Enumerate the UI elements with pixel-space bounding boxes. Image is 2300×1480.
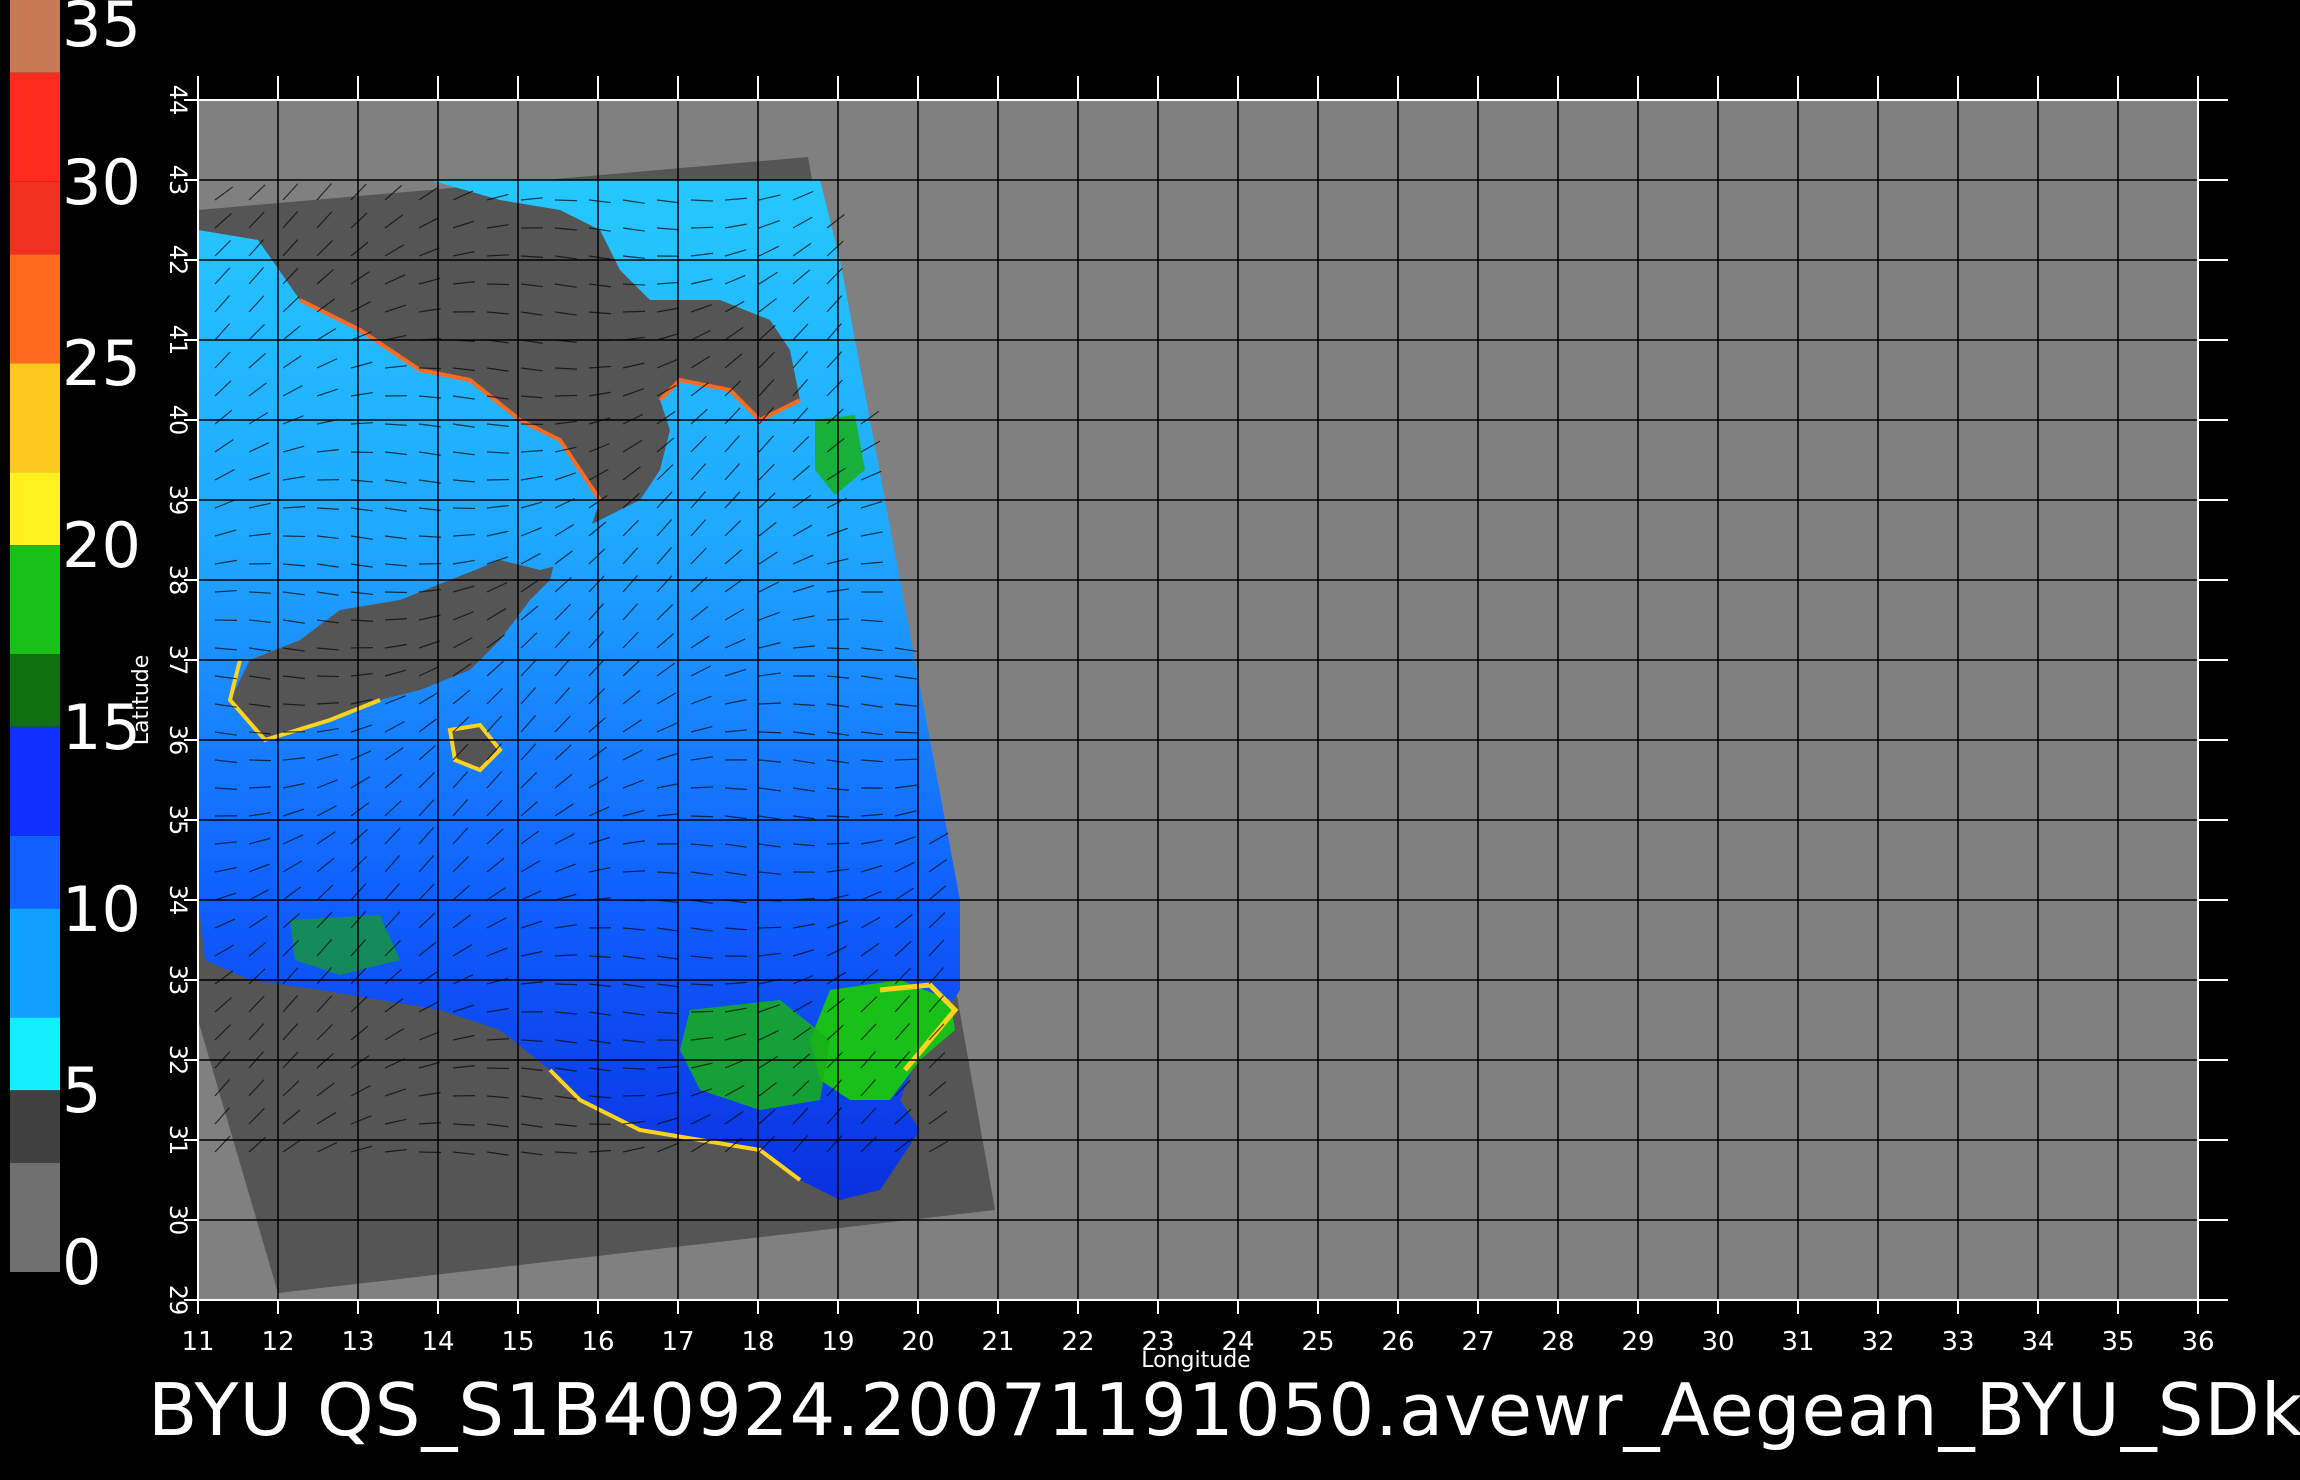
wind-barb	[316, 675, 340, 678]
latitude-tick-label: 41	[164, 325, 192, 356]
latitude-tick-label: 32	[164, 1045, 192, 1076]
wind-barb	[758, 926, 782, 929]
map-figure: 11 12 13 14 15 16 17 18 19 20 21 22 23 24 25 26 27 28 29 30…	[10, 0, 2228, 1373]
latitude-tick-label: 35	[164, 805, 192, 836]
longitude-tick-label: 33	[1941, 1327, 1974, 1357]
longitude-tick-label: 27	[1461, 1327, 1494, 1357]
colorbar	[10, 0, 60, 1272]
colorbar-segment	[10, 0, 60, 73]
image-caption: BYU QS_S1B40924.20071191050.avewr_Aegean…	[148, 1368, 2300, 1452]
colorbar-segment	[10, 363, 60, 473]
colorbar-tick-label: 20	[62, 509, 141, 583]
longitude-tick-label: 15	[501, 1327, 534, 1357]
longitude-tick-label: 11	[181, 1327, 214, 1357]
longitude-tick-label: 29	[1621, 1327, 1654, 1357]
longitude-tick-label: 20	[901, 1327, 934, 1357]
colorbar-segment	[10, 181, 60, 255]
wind-barb	[554, 983, 578, 986]
wind-barb	[486, 1067, 510, 1070]
wind-barb	[350, 451, 374, 454]
colorbar-tick-label: 0	[62, 1226, 102, 1299]
latitude-tick-label: 33	[164, 965, 192, 996]
longitude-tick-label: 28	[1541, 1327, 1574, 1357]
latitude-tick-label: 36	[164, 725, 192, 756]
colorbar-segment	[10, 545, 60, 655]
colorbar-tick-label: 15	[62, 690, 141, 764]
latitude-tick-labels: 29 30 31 32 33 34 35 36 37 38 39 40 41 42 43 44	[164, 85, 192, 1316]
longitude-tick-label: 26	[1381, 1327, 1414, 1357]
latitude-tick-label: 43	[164, 165, 192, 196]
wind-barb	[622, 310, 646, 313]
wind-barb	[622, 1094, 646, 1097]
latitude-tick-label: 30	[164, 1205, 192, 1236]
wind-barb	[486, 283, 510, 286]
colorbar-segment	[10, 726, 60, 836]
colorbar-tick-label: 25	[62, 327, 141, 401]
latitude-tick-label: 37	[164, 645, 192, 676]
longitude-tick-label: 36	[2181, 1327, 2214, 1357]
wind-barb	[690, 815, 714, 818]
latitude-tick-label: 31	[164, 1125, 192, 1156]
wind-barb	[554, 394, 578, 397]
wind-barb	[248, 759, 272, 762]
longitude-tick-label: 18	[741, 1327, 774, 1357]
longitude-tick-label: 32	[1861, 1327, 1894, 1357]
colorbar-segment	[10, 1017, 60, 1091]
colorbar-segment	[10, 472, 60, 546]
wind-barb	[690, 1010, 714, 1013]
colorbar-tick-label: 35	[62, 0, 141, 61]
colorbar-segment	[10, 908, 60, 1018]
colorbar-segment	[10, 835, 60, 909]
wind-barb	[690, 226, 714, 229]
longitude-tick-label: 25	[1301, 1327, 1334, 1357]
longitude-tick-label: 19	[821, 1327, 854, 1357]
longitude-tick-label: 12	[261, 1327, 294, 1357]
latitude-tick-label: 39	[164, 485, 192, 516]
wind-barb	[554, 199, 578, 202]
wind-barb	[758, 731, 782, 734]
colorbar-tick-label: 10	[62, 872, 141, 946]
colorbar-segment	[10, 1162, 60, 1272]
longitude-tick-label: 14	[421, 1327, 454, 1357]
colorbar-segment	[10, 72, 60, 182]
colorbar-tick-label: 5	[62, 1054, 102, 1128]
longitude-tick-label: 13	[341, 1327, 374, 1357]
longitude-tick-label: 17	[661, 1327, 694, 1357]
latitude-tick-label: 44	[164, 85, 192, 116]
longitude-tick-label: 30	[1701, 1327, 1734, 1357]
longitude-tick-label: 22	[1061, 1327, 1094, 1357]
wind-barb	[894, 758, 918, 761]
colorbar-tick-label: 30	[62, 145, 141, 219]
latitude-tick-label: 40	[164, 405, 192, 436]
map-plot-area	[198, 100, 2198, 1300]
latitude-tick-label: 29	[164, 1285, 192, 1316]
colorbar-segment	[10, 254, 60, 364]
colorbar-segment	[10, 654, 60, 727]
longitude-tick-label: 34	[2021, 1327, 2054, 1357]
latitude-tick-label: 38	[164, 565, 192, 596]
latitude-tick-label: 42	[164, 245, 192, 276]
longitude-tick-label: 21	[981, 1327, 1014, 1357]
latitude-tick-label: 34	[164, 885, 192, 916]
longitude-tick-label: 35	[2101, 1327, 2134, 1357]
longitude-tick-label: 16	[581, 1327, 614, 1357]
colorbar-segment	[10, 1090, 60, 1163]
longitude-tick-label: 31	[1781, 1327, 1814, 1357]
